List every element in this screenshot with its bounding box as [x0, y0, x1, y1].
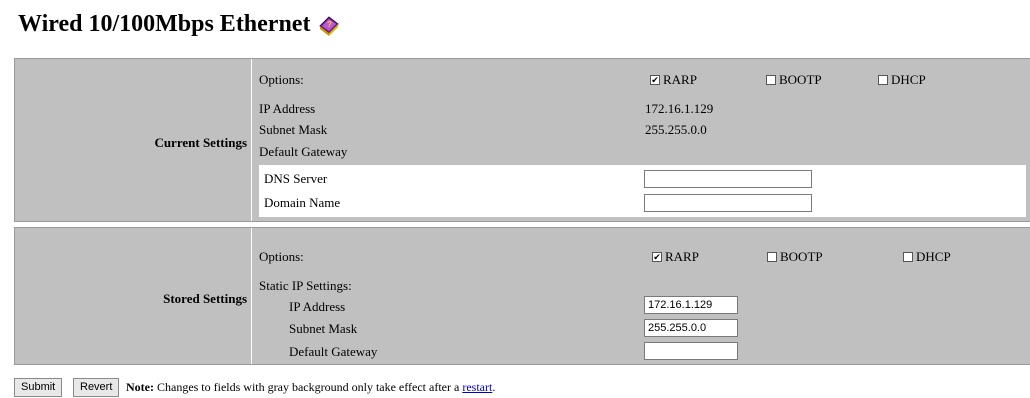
- current-ip-value: 172.16.1.129: [645, 101, 714, 116]
- current-dhcp-label: DHCP: [891, 72, 926, 87]
- restart-note: Note: Changes to fields with gray backgr…: [126, 380, 495, 395]
- stored-settings-panel: Stored Settings Options: ✔ RARP BOOTP DH…: [14, 227, 1030, 365]
- stored-rarp-label: RARP: [665, 249, 699, 264]
- domain-name-input[interactable]: [644, 194, 812, 212]
- current-bootp-option: BOOTP: [766, 72, 822, 88]
- current-rarp-option: ✔ RARP: [650, 72, 697, 88]
- current-editable-area: [259, 165, 1026, 217]
- current-rarp-checkbox: ✔: [650, 75, 660, 85]
- svg-text:?: ?: [327, 20, 332, 29]
- current-settings-label: Current Settings: [154, 135, 247, 150]
- stored-settings-label-cell: Stored Settings: [15, 228, 252, 364]
- stored-gateway-input[interactable]: [644, 342, 738, 360]
- help-book-icon[interactable]: ?: [318, 14, 340, 36]
- stored-bootp-option[interactable]: BOOTP: [767, 249, 823, 265]
- page-title: Wired 10/100Mbps Ethernet ?: [18, 11, 340, 38]
- current-bootp-checkbox: [766, 75, 776, 85]
- current-subnet-value: 255.255.0.0: [645, 122, 707, 137]
- stored-dhcp-checkbox[interactable]: [903, 252, 913, 262]
- stored-bootp-label: BOOTP: [780, 249, 823, 264]
- dns-server-label: DNS Server: [264, 171, 328, 186]
- note-suffix: .: [492, 380, 496, 394]
- current-rarp-label: RARP: [663, 72, 697, 87]
- revert-button[interactable]: Revert: [73, 378, 120, 397]
- stored-subnet-input[interactable]: [644, 319, 738, 337]
- domain-name-label: Domain Name: [264, 195, 341, 210]
- current-subnet-label: Subnet Mask: [259, 122, 328, 137]
- stored-bootp-checkbox[interactable]: [767, 252, 777, 262]
- stored-rarp-checkbox[interactable]: ✔: [652, 252, 662, 262]
- dns-server-input[interactable]: [644, 170, 812, 188]
- current-settings-label-cell: Current Settings: [15, 59, 252, 221]
- stored-dhcp-option[interactable]: DHCP: [903, 249, 951, 265]
- stored-gateway-label: Default Gateway: [289, 344, 378, 359]
- current-dhcp-checkbox: [878, 75, 888, 85]
- stored-rarp-option[interactable]: ✔ RARP: [652, 249, 699, 265]
- current-dhcp-option: DHCP: [878, 72, 926, 88]
- stored-ip-label: IP Address: [289, 299, 346, 314]
- current-ip-label: IP Address: [259, 101, 316, 116]
- submit-button[interactable]: Submit: [14, 378, 63, 397]
- static-ip-settings-label: Static IP Settings:: [259, 278, 352, 293]
- stored-ip-input[interactable]: [644, 296, 738, 314]
- stored-subnet-label: Subnet Mask: [289, 321, 358, 336]
- stored-settings-label: Stored Settings: [163, 291, 247, 306]
- stored-options-label: Options:: [259, 249, 304, 264]
- page-title-text: Wired 10/100Mbps Ethernet: [18, 11, 311, 37]
- current-bootp-label: BOOTP: [779, 72, 822, 87]
- current-gateway-label: Default Gateway: [259, 144, 348, 159]
- stored-dhcp-label: DHCP: [916, 249, 951, 264]
- note-text: Changes to fields with gray background o…: [156, 380, 460, 394]
- note-prefix: Note:: [126, 380, 154, 394]
- current-settings-panel: Current Settings Options: ✔ RARP BOOTP D…: [14, 58, 1030, 222]
- restart-link[interactable]: restart: [462, 380, 492, 394]
- current-options-label: Options:: [259, 72, 304, 87]
